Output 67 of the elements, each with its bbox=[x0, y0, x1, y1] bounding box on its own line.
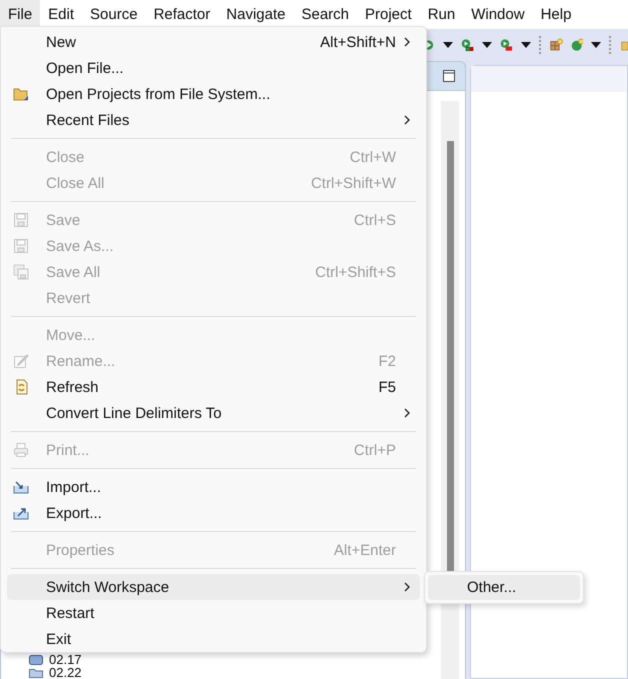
tree-item[interactable]: 02.17 bbox=[49, 653, 82, 666]
menu-item[interactable]: Open File... bbox=[7, 55, 420, 81]
menu-item[interactable]: File bbox=[0, 0, 40, 29]
maximize-icon[interactable] bbox=[443, 70, 455, 82]
menu-item[interactable]: Window bbox=[463, 0, 533, 29]
shortcut-label: Alt+Shift+N bbox=[320, 34, 396, 50]
tree-item[interactable]: 02.22 bbox=[49, 666, 82, 679]
menu-item-label: Export... bbox=[46, 504, 103, 522]
export-icon bbox=[13, 506, 29, 520]
menu-item[interactable]: Help bbox=[532, 0, 580, 29]
folder-icon bbox=[13, 87, 29, 101]
menu-item[interactable]: Source bbox=[82, 0, 146, 29]
menu-item[interactable]: Convert Line Delimiters To bbox=[7, 400, 420, 426]
menu-item[interactable]: Search bbox=[293, 0, 357, 29]
shortcut-label: Alt+Enter bbox=[334, 542, 396, 558]
shortcut-label: F5 bbox=[378, 378, 396, 396]
menu-item-label: Convert Line Delimiters To bbox=[46, 404, 223, 422]
dropdown-arrow-icon[interactable] bbox=[482, 42, 492, 48]
shortcut-label: F2 bbox=[378, 352, 396, 370]
menu-item[interactable]: Other... bbox=[428, 575, 580, 600]
menu-item-label: Print... bbox=[46, 442, 90, 458]
shortcut-label: Ctrl+S bbox=[354, 212, 396, 228]
package-icon bbox=[29, 654, 43, 664]
menu-item[interactable]: Open Projects from File System... bbox=[7, 81, 420, 107]
menu-item[interactable]: Restart bbox=[7, 600, 420, 626]
menu-item-label: Properties bbox=[46, 542, 116, 558]
menu-item[interactable]: Exit bbox=[7, 626, 420, 652]
menu-item[interactable]: Run bbox=[420, 0, 464, 29]
menu-item-label: Move... bbox=[46, 326, 96, 344]
printer-icon bbox=[13, 442, 29, 458]
menu-item[interactable]: Refresh F5 bbox=[7, 374, 420, 400]
menu-item[interactable]: Import... bbox=[7, 474, 420, 500]
pencil-icon bbox=[13, 353, 29, 369]
menu-item-label: Close bbox=[46, 148, 86, 166]
menu-item[interactable]: Refactor bbox=[146, 0, 218, 29]
menu-item-label: Restart bbox=[46, 604, 96, 622]
menu-item-label: Refresh bbox=[46, 378, 100, 396]
menu-item[interactable]: New Alt+Shift+N bbox=[7, 29, 420, 55]
shortcut-label: Ctrl+Shift+S bbox=[315, 264, 396, 280]
menu-item-label: Save All bbox=[46, 264, 102, 280]
menu-item[interactable]: Recent Files bbox=[7, 107, 420, 133]
shortcut-label: Ctrl+Shift+W bbox=[310, 174, 396, 192]
menu-item-label: New bbox=[46, 34, 78, 50]
scrollbar[interactable] bbox=[441, 101, 459, 679]
menu-item-label: Open File... bbox=[46, 60, 125, 76]
shortcut-label: Ctrl+W bbox=[350, 148, 396, 166]
menu-item[interactable]: Edit bbox=[40, 0, 82, 29]
menu-item-label: Switch Workspace bbox=[46, 578, 170, 596]
dropdown-arrow-icon[interactable] bbox=[442, 42, 453, 48]
menu-item[interactable]: Project bbox=[357, 0, 420, 29]
shortcut-label: Ctrl+P bbox=[354, 442, 396, 458]
menu-item-label: Open Projects from File System... bbox=[46, 86, 272, 102]
floppy-disks-icon bbox=[13, 264, 29, 280]
menu-item-label: Close All bbox=[46, 174, 106, 192]
dropdown-arrow-icon[interactable] bbox=[520, 42, 530, 48]
menu-item-label: Recent Files bbox=[46, 112, 130, 128]
menu-item-label: Rename... bbox=[46, 352, 116, 370]
menu-item[interactable]: Navigate bbox=[218, 0, 294, 29]
menu-item-label: Import... bbox=[46, 478, 102, 496]
menu-item-label: Save As... bbox=[46, 238, 115, 254]
menu-item-label: Save bbox=[46, 212, 82, 228]
menu-item[interactable]: Export... bbox=[7, 500, 420, 526]
dropdown-arrow-icon[interactable] bbox=[591, 42, 602, 48]
menu-item[interactable]: Switch Workspace bbox=[7, 574, 420, 600]
import-icon bbox=[13, 480, 29, 494]
menu-item-label: Exit bbox=[46, 630, 72, 648]
menu-item-label: Revert bbox=[46, 290, 92, 306]
